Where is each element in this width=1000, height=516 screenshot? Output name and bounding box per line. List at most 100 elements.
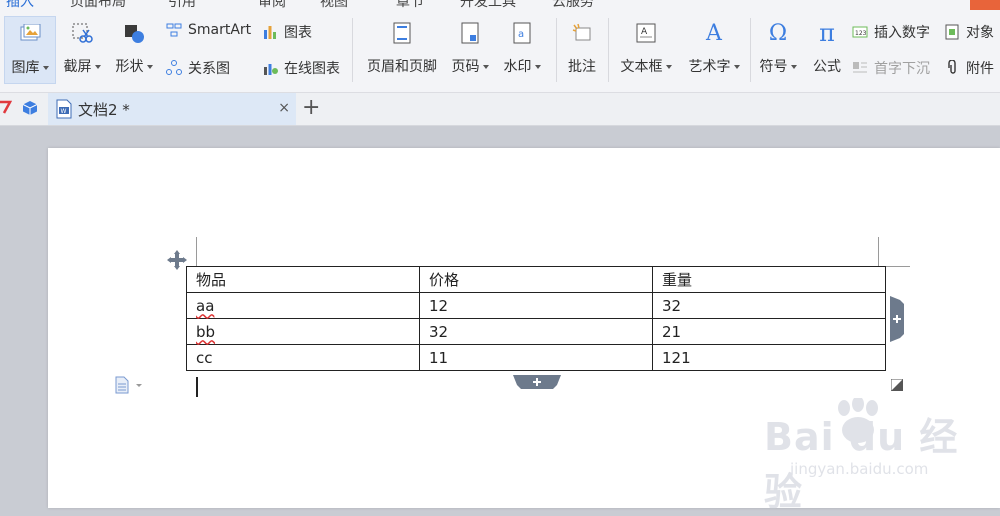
attachment-label: 附件 [966, 61, 994, 77]
ribbon-divider [556, 18, 557, 82]
shapes-label: 形状 [115, 59, 144, 75]
table-row: bb 32 21 [186, 318, 886, 345]
add-row-button[interactable] [513, 374, 561, 389]
wordart-label: 艺术字 [688, 59, 731, 75]
watermark-label: 水印 [503, 59, 532, 75]
table-cell[interactable]: 12 [419, 292, 653, 319]
text-cursor [196, 377, 198, 397]
drop-cap-label: 首字下沉 [874, 61, 930, 77]
picture-library-icon [17, 21, 43, 47]
chart-button[interactable]: 图表 [262, 22, 312, 42]
document-tab[interactable]: W 文档2 * × [48, 93, 296, 125]
svg-text:A: A [641, 27, 648, 37]
menu-tab-sections[interactable]: 章节 [396, 0, 424, 10]
margin-marker [196, 237, 197, 267]
screenshot-button[interactable]: 截屏 [58, 16, 106, 76]
header-footer-label: 页眉和页脚 [367, 59, 437, 75]
baidu-watermark: Bai du 经验 jingyan.baidu.com [760, 398, 990, 514]
menu-tab-page-layout[interactable]: 页面布局 [70, 0, 126, 10]
chart-label: 图表 [284, 25, 312, 41]
symbol-label: 符号 [759, 59, 788, 75]
table-cell[interactable]: 11 [419, 344, 653, 371]
document-table[interactable]: 物品 价格 重量 aa 12 32 bb 32 21 cc 11 121 [186, 266, 886, 371]
page-number-button[interactable]: 页码 [446, 16, 494, 76]
textbox-icon: A [633, 20, 659, 46]
cell-text: bb [196, 322, 216, 341]
relation-graph-button[interactable]: 关系图 [166, 58, 230, 78]
table-cell[interactable]: aa [186, 292, 420, 319]
document-icon: W [56, 99, 72, 119]
shapes-icon [121, 20, 147, 46]
online-chart-button[interactable]: 在线图表 [262, 58, 340, 78]
shapes-button[interactable]: 形状 [110, 16, 158, 76]
menu-tab-insert[interactable]: 插入 [6, 0, 34, 10]
close-tab-icon[interactable]: × [278, 100, 290, 116]
attachment-button[interactable]: 附件 [944, 58, 994, 78]
drop-cap-button[interactable]: 首字下沉 [852, 58, 930, 78]
watermark-button[interactable]: a 水印 [498, 16, 546, 76]
comment-button[interactable]: 批注 [562, 16, 602, 76]
comment-label: 批注 [568, 59, 596, 75]
paragraph-layout-icon[interactable] [114, 376, 148, 394]
scissors-icon [69, 20, 95, 46]
header-footer-button[interactable]: 页眉和页脚 [362, 16, 442, 76]
wps-logo-icon[interactable] [0, 99, 13, 119]
table-cell[interactable]: 32 [419, 318, 653, 345]
table-cell[interactable]: cc [186, 344, 420, 371]
svg-text:W: W [61, 108, 67, 115]
table-row: cc 11 121 [186, 344, 886, 371]
cell-text: aa [196, 296, 215, 315]
watermark-icon: a [509, 20, 535, 46]
svg-text:123: 123 [855, 30, 867, 37]
wordart-button[interactable]: A 艺术字 [682, 16, 746, 76]
table-header-cell[interactable]: 重量 [652, 266, 886, 293]
menu-tab-developer[interactable]: 开发工具 [460, 0, 516, 10]
table-cell[interactable]: 21 [652, 318, 886, 345]
table-cell[interactable]: 32 [652, 292, 886, 319]
online-chart-label: 在线图表 [284, 61, 340, 77]
table-header-cell[interactable]: 价格 [419, 266, 653, 293]
omega-icon: Ω [768, 20, 788, 46]
insert-number-button[interactable]: 123 插入数字 [852, 22, 930, 42]
smartart-button[interactable]: SmartArt [166, 22, 251, 38]
table-header-row: 物品 价格 重量 [186, 266, 886, 293]
symbol-button[interactable]: Ω 符号 [754, 16, 802, 76]
table-header-cell[interactable]: 物品 [186, 266, 420, 293]
menu-tab-review[interactable]: 审阅 [258, 0, 286, 10]
object-label: 对象 [966, 25, 994, 41]
picture-library-button[interactable]: 图库 [4, 16, 56, 84]
menu-tab-references[interactable]: 引用 [168, 0, 196, 10]
table-cell[interactable]: 121 [652, 344, 886, 371]
menu-tab-cloud[interactable]: 云服务 [552, 0, 594, 10]
textbox-label: 文本框 [620, 59, 663, 75]
watermark-url: jingyan.baidu.com [790, 460, 929, 478]
textbox-button[interactable]: A 文本框 [614, 16, 678, 76]
menu-tab-view[interactable]: 视图 [320, 0, 348, 10]
cube-icon[interactable] [22, 100, 38, 120]
add-column-button[interactable] [890, 296, 906, 342]
table-cell[interactable]: bb [186, 318, 420, 345]
ribbon-divider [750, 18, 751, 82]
bar-chart-icon [262, 24, 278, 40]
document-tab-bar: W 文档2 * × + [0, 93, 1000, 126]
document-tab-title: 文档2 * [78, 100, 130, 119]
object-button[interactable]: 对象 [944, 22, 994, 42]
screenshot-label: 截屏 [63, 59, 92, 75]
cell-text: cc [196, 348, 213, 367]
add-tab-icon[interactable]: + [302, 95, 320, 120]
table-resize-handle-icon[interactable] [890, 376, 904, 392]
page-number-label: 页码 [451, 59, 480, 75]
smartart-icon [166, 22, 182, 38]
formula-label: 公式 [813, 59, 841, 75]
margin-marker [878, 237, 879, 267]
ribbon-divider [352, 18, 353, 82]
table-row: aa 12 32 [186, 292, 886, 319]
smartart-label: SmartArt [188, 22, 252, 38]
pi-icon: π [819, 19, 835, 47]
insert-number-icon: 123 [852, 24, 868, 40]
ribbon-toolbar: 图库 截屏 形状 SmartArt 关系图 图表 在线图表 页眉和页脚 页码 a… [0, 10, 1000, 93]
relation-graph-icon [166, 60, 182, 76]
table-move-handle-icon[interactable] [166, 249, 188, 271]
formula-button[interactable]: π 公式 [806, 16, 848, 76]
comment-icon [569, 20, 595, 46]
